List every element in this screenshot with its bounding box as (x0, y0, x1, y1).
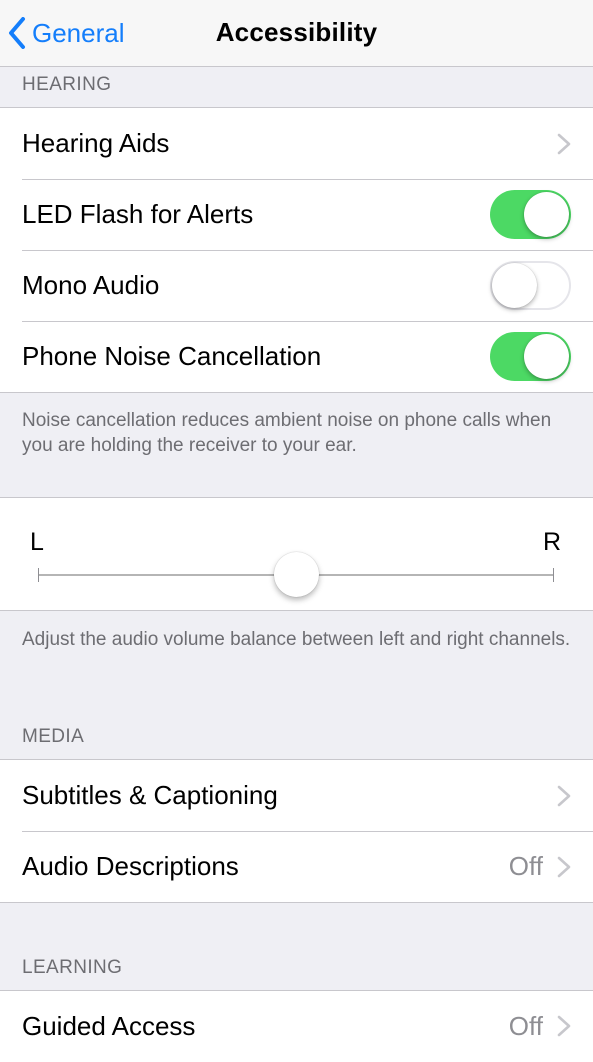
learning-group: Guided Access Off (0, 990, 593, 1062)
audio-descriptions-row[interactable]: Audio Descriptions Off (0, 831, 593, 902)
audio-descriptions-label: Audio Descriptions (22, 851, 239, 881)
chevron-right-icon (557, 785, 571, 806)
slider-tick-left (38, 568, 39, 582)
section-header-media: MEDIA (22, 726, 85, 747)
noise-cancellation-toggle[interactable] (490, 332, 571, 381)
balance-slider-group: L R (0, 497, 593, 611)
chevron-right-icon (557, 856, 571, 877)
audio-descriptions-value: Off (508, 851, 543, 881)
hearing-aids-label: Hearing Aids (22, 128, 170, 158)
hearing-group: Hearing Aids LED Flash for Alerts Mono A… (0, 107, 593, 393)
noise-cancellation-row: Phone Noise Cancellation (0, 321, 593, 392)
led-flash-row: LED Flash for Alerts (0, 179, 593, 250)
section-header-learning: LEARNING (22, 957, 123, 978)
page-title: Accessibility (215, 17, 378, 47)
mono-audio-toggle[interactable] (490, 261, 571, 310)
mono-audio-row: Mono Audio (0, 250, 593, 321)
subtitles-label: Subtitles & Captioning (22, 780, 278, 810)
guided-access-value: Off (508, 1011, 543, 1041)
section-header-hearing: HEARING (22, 74, 112, 95)
mono-audio-label: Mono Audio (22, 270, 160, 300)
balance-left-label: L (30, 528, 44, 556)
balance-slider-thumb[interactable] (273, 552, 319, 597)
subtitles-row[interactable]: Subtitles & Captioning (0, 760, 593, 831)
balance-right-label: R (542, 528, 561, 556)
noise-cancellation-footer: Noise cancellation reduces ambient noise… (22, 410, 552, 456)
balance-footer: Adjust the audio volume balance between … (22, 629, 571, 650)
toggle-knob (524, 192, 569, 237)
led-flash-label: LED Flash for Alerts (22, 199, 254, 229)
slider-tick-right (553, 568, 554, 582)
chevron-right-icon (557, 1015, 571, 1037)
toggle-knob (492, 263, 537, 308)
led-flash-toggle[interactable] (490, 190, 571, 239)
guided-access-row[interactable]: Guided Access Off (0, 991, 593, 1062)
noise-cancellation-label: Phone Noise Cancellation (22, 341, 322, 371)
guided-access-label: Guided Access (22, 1011, 196, 1041)
media-group: Subtitles & Captioning Audio Description… (0, 759, 593, 903)
navigation-bar: General Accessibility (0, 0, 593, 67)
hearing-aids-row[interactable]: Hearing Aids (0, 108, 593, 179)
chevron-right-icon (557, 133, 571, 154)
toggle-knob (524, 334, 569, 379)
